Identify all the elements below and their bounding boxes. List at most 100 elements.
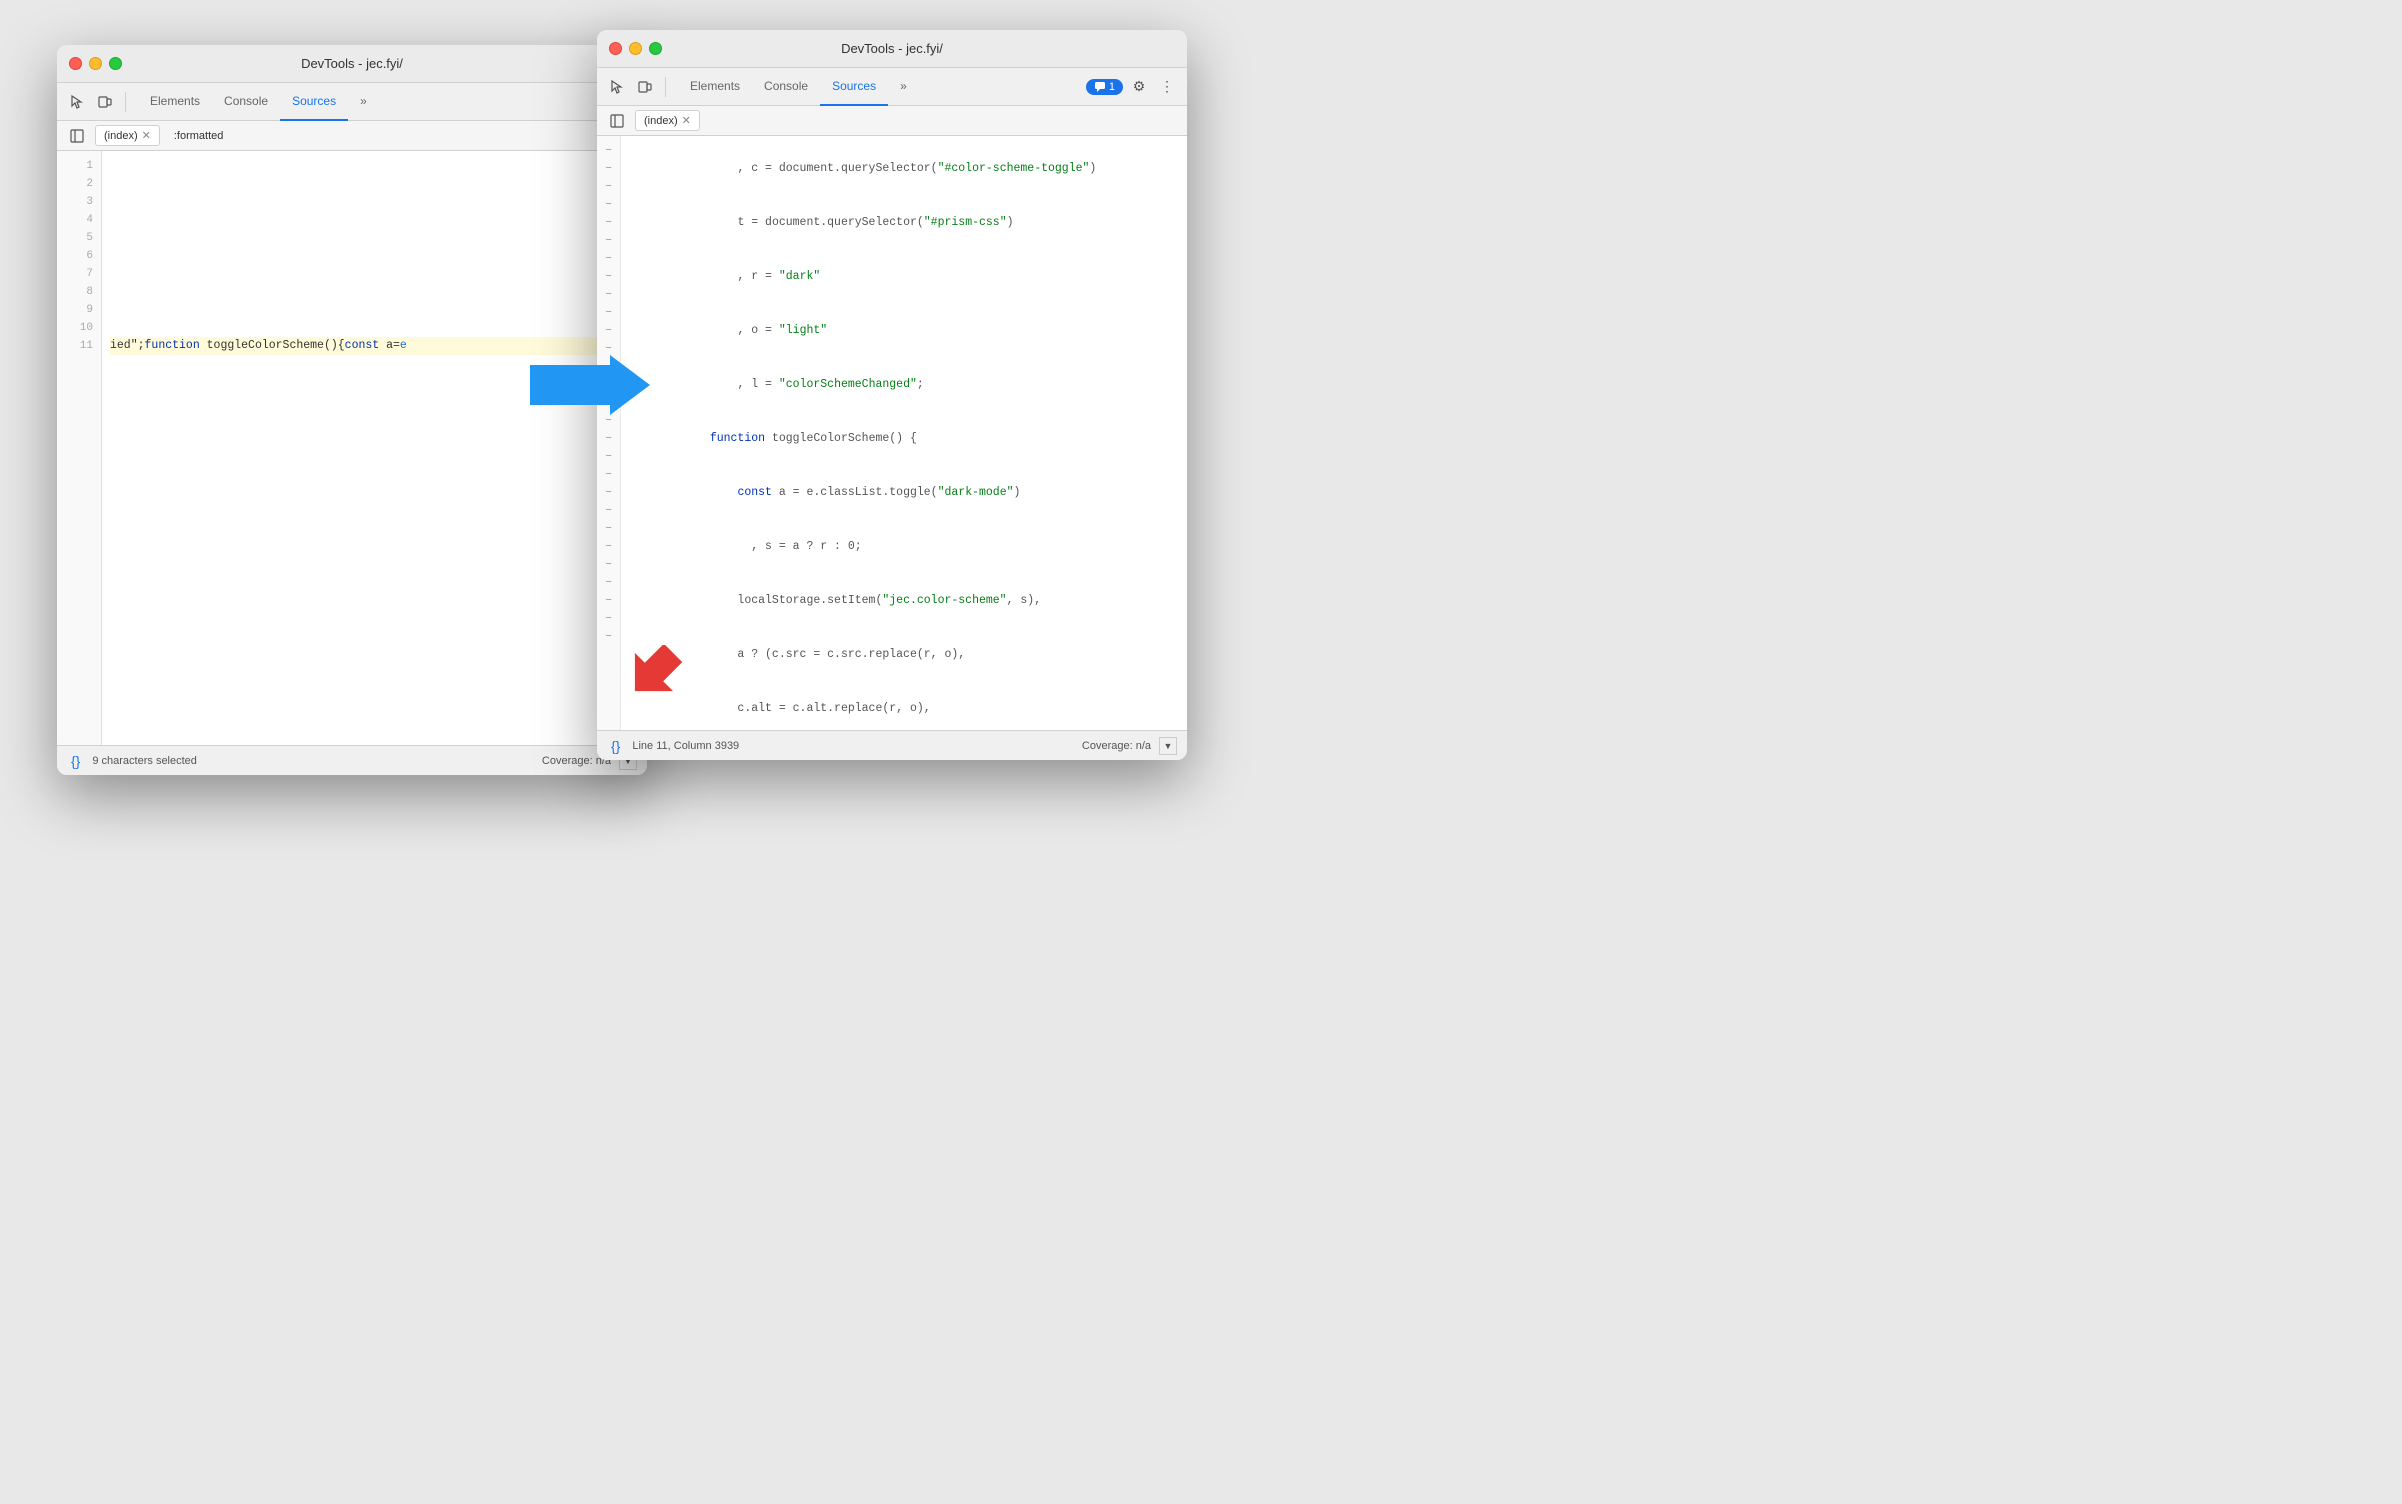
file-tab-index-front[interactable]: (index) ✕ [635,110,700,131]
line-num-1: 1 [57,157,101,175]
gutter-mark-17: − [597,430,620,448]
sub-toolbar-front: (index) ✕ [597,106,1187,136]
inspect-icon[interactable] [65,90,89,114]
title-bar-front: DevTools - jec.fyi/ [597,30,1187,68]
file-tab-label-front: (index) [644,115,678,127]
scroll-to-bottom-front[interactable]: ▼ [1159,737,1177,755]
settings-icon[interactable]: ⚙ [1127,75,1151,99]
panel-icon-back[interactable] [65,124,89,148]
code-line-3 [110,193,639,211]
gutter-mark-2: − [597,160,620,178]
gutter-mark-7: − [597,250,620,268]
code-gutter: − − − − − − − − − − − − − − − − − − − − … [597,136,621,730]
gutter-mark-18: − [597,448,620,466]
close-button-front[interactable] [609,42,622,55]
file-tab-index-back[interactable]: (index) ✕ [95,125,160,146]
line-num-11: 11 [57,337,101,355]
tab-elements-back[interactable]: Elements [138,83,212,121]
close-button-back[interactable] [69,57,82,70]
code-line-11: ied";function toggleColorScheme(){const … [110,337,639,355]
status-bar-front: {} Line 11, Column 3939 Coverage: n/a ▼ [597,730,1187,760]
window-title-back: DevTools - jec.fyi/ [301,56,403,71]
gutter-mark-22: − [597,520,620,538]
line-num-4: 4 [57,211,101,229]
toolbar-tabs-front: Elements Console Sources » [678,68,919,106]
file-tab-formatted-back[interactable]: :formatted [166,127,232,145]
inspect-icon-front[interactable] [605,75,629,99]
line-num-8: 8 [57,283,101,301]
code-line-8 [110,283,639,301]
file-tab-close-front[interactable]: ✕ [682,114,691,127]
maximize-button-back[interactable] [109,57,122,70]
chat-badge[interactable]: 1 [1086,79,1123,95]
code-area-back: 1 2 3 4 5 6 7 8 9 10 11 ied";function to… [57,151,647,745]
tab-console-back[interactable]: Console [212,83,280,121]
menu-icon[interactable]: ⋮ [1155,75,1179,99]
code-area-front: − − − − − − − − − − − − − − − − − − − − … [597,136,1187,730]
front-code-line-1: , c = document.querySelector("#color-sch… [627,142,1179,196]
gutter-mark-24: − [597,556,620,574]
format-button-back[interactable]: {} [67,751,84,771]
front-code-line-8: , s = a ? r : 0; [627,520,1179,574]
coverage-text-front: Coverage: n/a [1082,740,1151,752]
main-toolbar-front: Elements Console Sources » 1 ⚙ ⋮ [597,68,1187,106]
code-content-back[interactable]: ied";function toggleColorScheme(){const … [102,151,647,745]
gutter-mark-19: − [597,466,620,484]
code-line-9 [110,301,639,319]
sub-toolbar-back: (index) ✕ :formatted [57,121,647,151]
front-code-line-11: c.alt = c.alt.replace(r, o), [627,682,1179,730]
front-code-line-2: t = document.querySelector("#prism-css") [627,196,1179,250]
code-line-10 [110,319,639,337]
code-line-5 [110,229,639,247]
tab-elements-front[interactable]: Elements [678,68,752,106]
tab-more-back[interactable]: » [348,83,379,121]
gutter-mark-20: − [597,484,620,502]
code-line-6 [110,247,639,265]
tab-sources-back[interactable]: Sources [280,83,348,121]
line-num-5: 5 [57,229,101,247]
window-title-front: DevTools - jec.fyi/ [841,41,943,56]
gutter-mark-23: − [597,538,620,556]
tab-sources-front[interactable]: Sources [820,68,888,106]
code-line-1 [110,157,639,175]
tab-console-front[interactable]: Console [752,68,820,106]
file-tab-close-back[interactable]: ✕ [142,129,151,142]
gutter-mark-25: − [597,574,620,592]
gutter-mark-28: − [597,628,620,646]
toolbar-sep-1 [125,92,126,112]
toolbar-sep-front [665,77,666,97]
line-num-3: 3 [57,193,101,211]
status-text-front: Line 11, Column 3939 [632,740,739,752]
front-code-line-3: , r = "dark" [627,250,1179,304]
panel-icon-front[interactable] [605,109,629,133]
status-right-front: Coverage: n/a ▼ [1082,737,1177,755]
format-button-front[interactable]: {} [607,736,624,756]
gutter-mark-3: − [597,178,620,196]
traffic-lights-front [609,42,662,55]
title-bar-back: DevTools - jec.fyi/ [57,45,647,83]
front-code-line-7: const a = e.classList.toggle("dark-mode"… [627,466,1179,520]
gutter-mark-4: − [597,196,620,214]
file-tab-formatted-label: :formatted [174,130,224,142]
code-content-front[interactable]: , c = document.querySelector("#color-sch… [621,136,1187,730]
code-line-4 [110,211,639,229]
main-toolbar-back: Elements Console Sources » [57,83,647,121]
toolbar-tabs-back: Elements Console Sources » [138,83,379,121]
front-code-line-4: , o = "light" [627,304,1179,358]
code-line-7 [110,265,639,283]
front-code-line-9: localStorage.setItem("jec.color-scheme",… [627,574,1179,628]
traffic-lights-back [69,57,122,70]
gutter-mark-5: − [597,214,620,232]
gutter-mark-8: − [597,268,620,286]
minimize-button-back[interactable] [89,57,102,70]
status-text-back: 9 characters selected [92,755,197,767]
device-icon[interactable] [93,90,117,114]
maximize-button-front[interactable] [649,42,662,55]
badge-count: 1 [1109,81,1115,93]
minimize-button-front[interactable] [629,42,642,55]
tab-more-front[interactable]: » [888,68,919,106]
gutter-mark-26: − [597,592,620,610]
device-icon-front[interactable] [633,75,657,99]
file-tab-label-back: (index) [104,130,138,142]
code-line-2 [110,175,639,193]
